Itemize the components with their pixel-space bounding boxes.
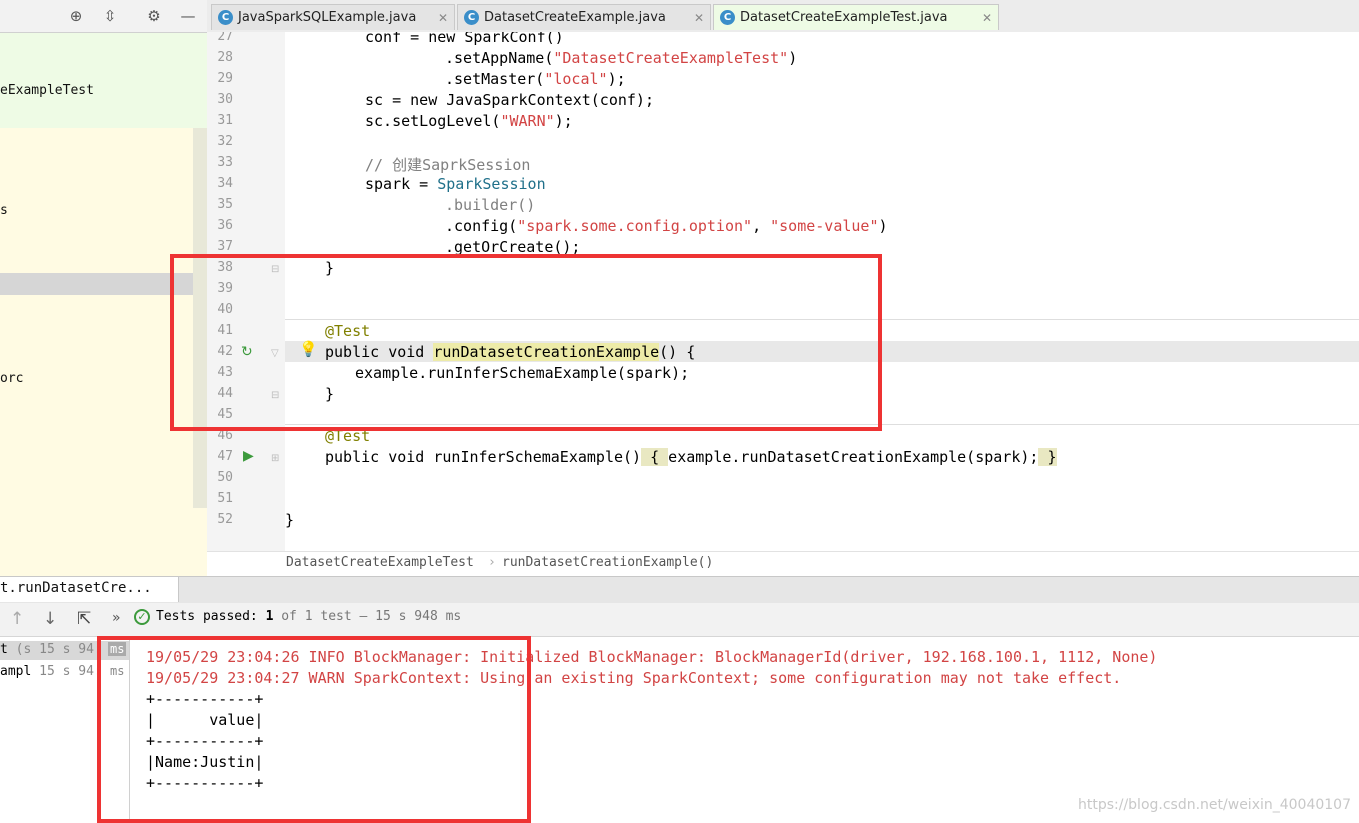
selected-tree-node[interactable] [0, 33, 207, 128]
tab-label: JavaSparkSQLExample.java [238, 10, 417, 25]
close-icon[interactable]: ✕ [438, 5, 448, 31]
tree-item-orc[interactable]: orc [0, 371, 23, 386]
more-icon[interactable]: » [112, 610, 121, 626]
code-line: .setAppName("DatasetCreateExampleTest") [445, 49, 798, 67]
locate-icon[interactable]: ⊕ [67, 7, 85, 25]
code-line: public void runInferSchemaExample() { ex… [325, 448, 1057, 466]
run-tab[interactable]: t.runDatasetCre... [0, 577, 179, 602]
line-number: 37 [217, 239, 233, 254]
line-number: 28 [217, 50, 233, 65]
line-number: 50 [217, 470, 233, 485]
export-icon[interactable]: ⇱ [77, 609, 91, 629]
line-number: 32 [217, 134, 233, 149]
close-icon[interactable]: ✕ [982, 5, 992, 31]
tab-java-spark-sql-example[interactable]: C JavaSparkSQLExample.java ✕ [211, 4, 455, 30]
tab-label: DatasetCreateExampleTest.java [740, 10, 948, 25]
tree-item-test[interactable]: eExampleTest [0, 83, 94, 98]
editor-tabs: C JavaSparkSQLExample.java ✕ C DatasetCr… [207, 0, 1359, 33]
code-line: conf = new SparkConf() [365, 32, 564, 46]
line-number: 35 [217, 197, 233, 212]
test-status: Tests passed: 1 of 1 test – 15 s 948 ms [156, 609, 462, 624]
line-number: 27 [217, 32, 233, 44]
run-tab-label: t.runDatasetCre... [0, 580, 152, 596]
line-number: 52 [217, 512, 233, 527]
test-tree-item[interactable]: ampl 15 s 94: [0, 664, 102, 679]
code-line: .config("spark.some.config.option", "som… [445, 217, 888, 235]
fold-icon[interactable]: ⊞ [271, 453, 279, 464]
gear-icon[interactable]: ⚙ [145, 7, 163, 25]
code-line: } [285, 511, 295, 529]
line-number: 29 [217, 71, 233, 86]
line-number: 36 [217, 218, 233, 233]
line-number: 51 [217, 491, 233, 506]
line-number: 47 [217, 449, 233, 464]
highlight-box-code [170, 254, 882, 431]
breadcrumb: DatasetCreateExampleTest › runDatasetCre… [207, 551, 1359, 577]
class-icon: C [218, 10, 233, 25]
code-line: spark = SparkSession [365, 175, 546, 193]
code-line: sc = new JavaSparkContext(conf); [365, 91, 654, 109]
tree-item-highlighted[interactable] [0, 273, 193, 295]
code-line: sc.setLogLevel("WARN"); [365, 112, 573, 130]
line-number: 34 [217, 176, 233, 191]
check-circle-icon: ✓ [134, 609, 150, 625]
tree-item[interactable]: s [0, 203, 8, 218]
project-toolbar: ⊕ ⇳ ⚙ — [0, 0, 207, 33]
watermark: https://blog.csdn.net/weixin_40040107 [1077, 797, 1351, 813]
test-class-icon: C [720, 10, 735, 25]
code-line: .builder() [445, 196, 536, 214]
test-tree-item[interactable]: t (s 15 s 94: [0, 642, 102, 657]
tab-dataset-create-example[interactable]: C DatasetCreateExample.java ✕ [457, 4, 711, 30]
tab-label: DatasetCreateExample.java [484, 10, 666, 25]
highlight-box-output [97, 636, 531, 823]
tab-dataset-create-example-test[interactable]: C DatasetCreateExampleTest.java ✕ [713, 4, 999, 30]
run-tab-bar [0, 576, 1359, 604]
line-number: 31 [217, 113, 233, 128]
class-icon: C [464, 10, 479, 25]
arrow-down-icon[interactable]: ↓ [43, 609, 57, 629]
breadcrumb-method[interactable]: runDatasetCreationExample() [502, 555, 713, 570]
arrow-up-icon[interactable]: ↑ [10, 609, 24, 629]
collapse-all-icon[interactable]: ⇳ [101, 7, 119, 25]
line-number: 33 [217, 155, 233, 170]
code-comment: // 创建SaprkSession [365, 156, 531, 174]
close-icon[interactable]: ✕ [694, 5, 704, 31]
code-line: .setMaster("local"); [445, 70, 626, 88]
breadcrumb-class[interactable]: DatasetCreateExampleTest [286, 555, 474, 570]
breadcrumb-separator: › [488, 555, 496, 570]
run-toolbar: ↑ ↓ ⇱ » ✓ Tests passed: 1 of 1 test – 15… [0, 603, 1359, 637]
hide-icon[interactable]: — [179, 7, 197, 25]
run-test-icon[interactable]: ▶ [243, 448, 254, 464]
line-number: 30 [217, 92, 233, 107]
